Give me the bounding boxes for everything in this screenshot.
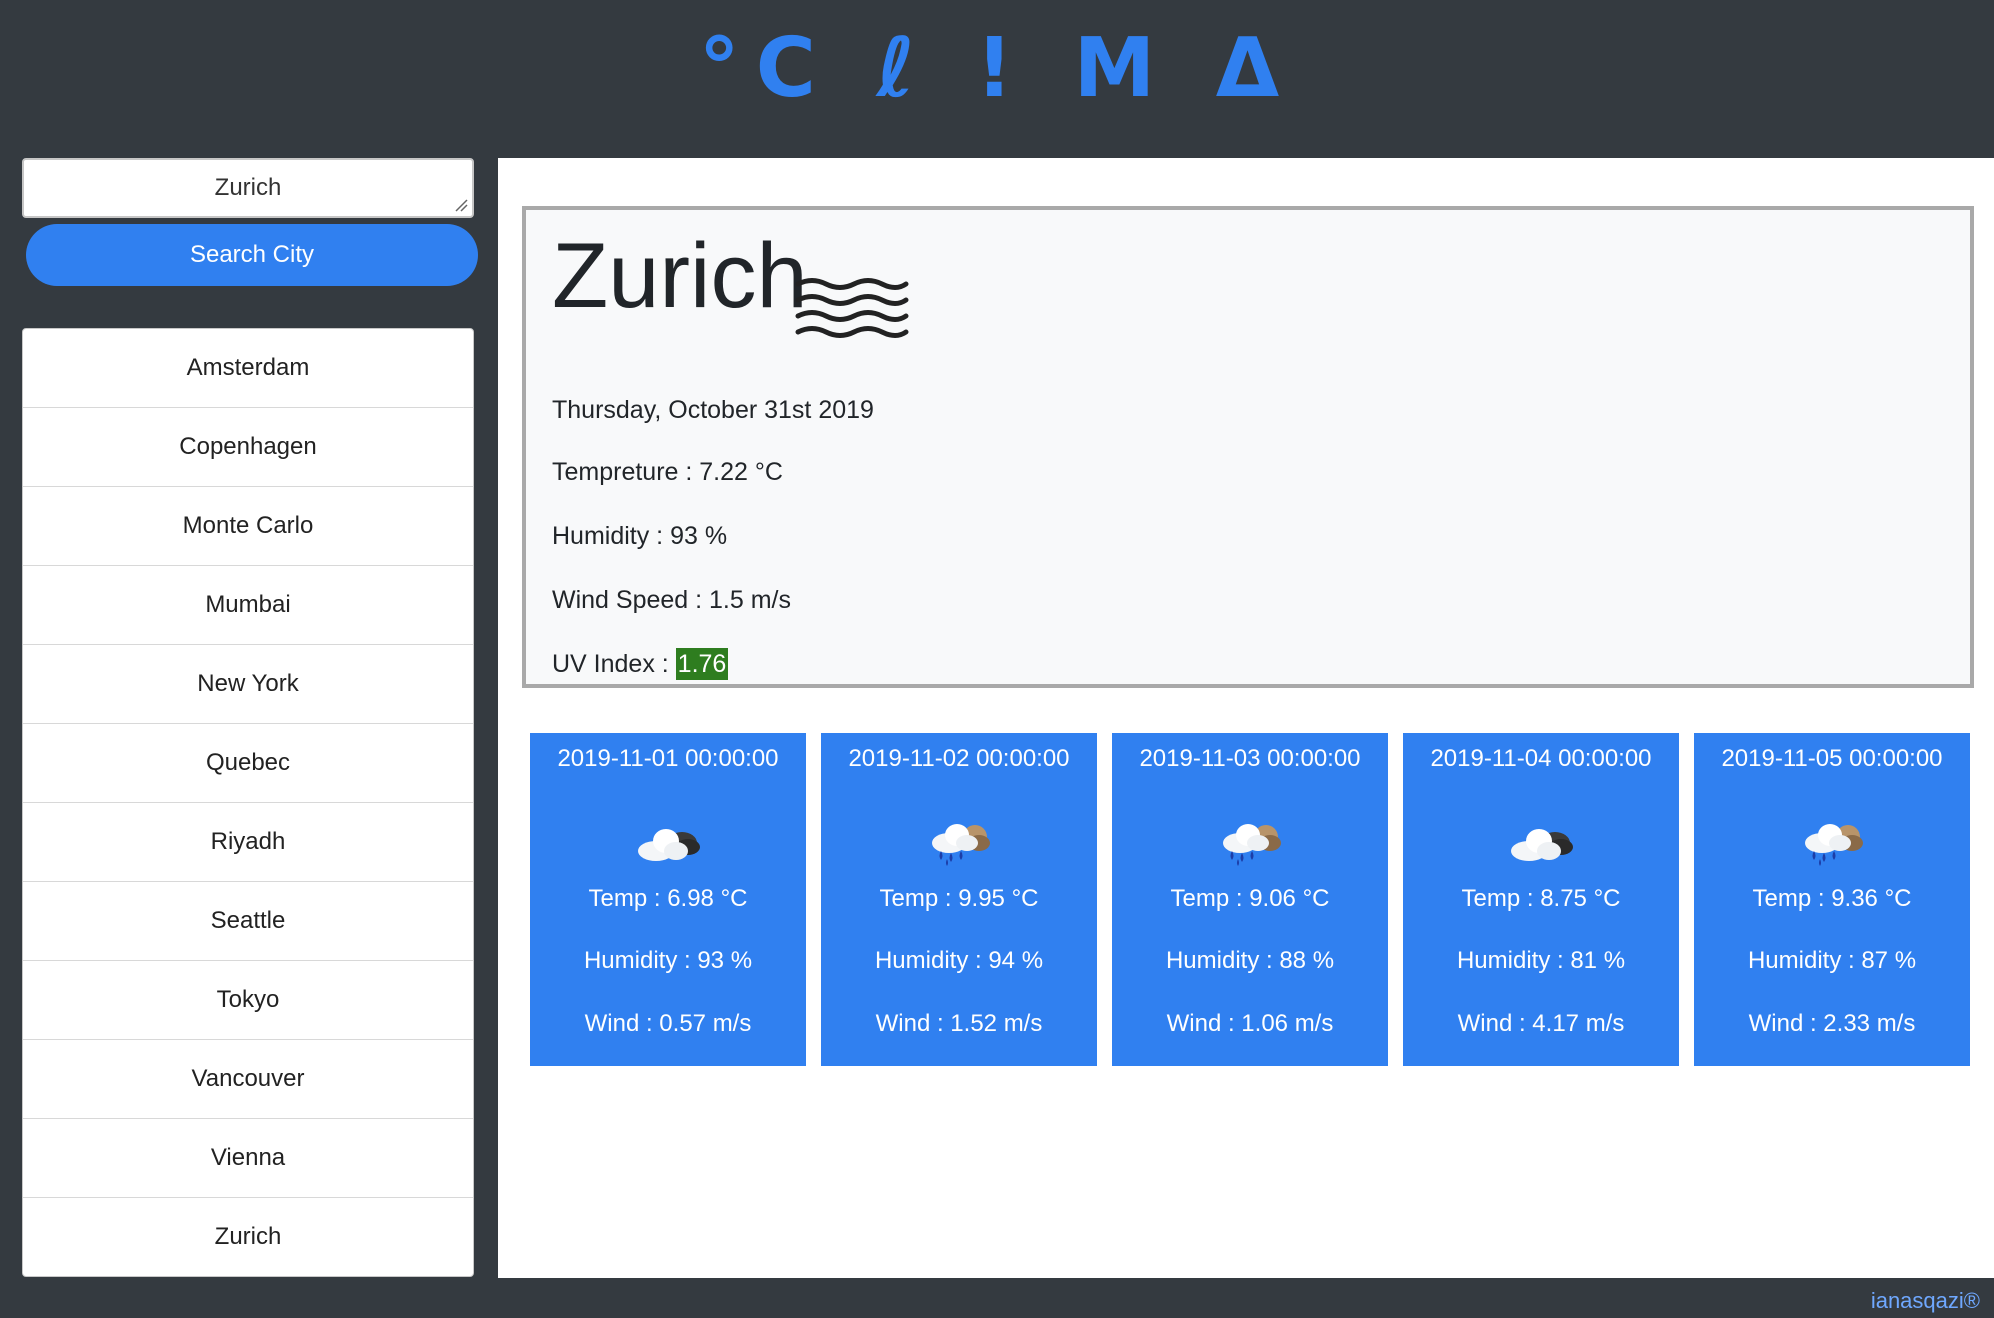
forecast-wind: Wind : 2.33 m/s	[1748, 1010, 1916, 1037]
current-humidity: Humidity : 93 %	[552, 522, 728, 550]
app-header: °C ℓ ! M Δ	[0, 0, 1994, 158]
forecast-wind: Wind : 0.57 m/s	[584, 1010, 752, 1037]
city-item-vancouver[interactable]: Vancouver	[23, 1040, 473, 1119]
rain-cloud-icon	[1214, 819, 1286, 867]
forecast-humidity: Humidity : 94 %	[874, 947, 1044, 974]
city-item-zurich[interactable]: Zurich	[23, 1198, 473, 1276]
search-city-button[interactable]: Search City	[26, 224, 478, 286]
forecast-date: 2019-11-01 00:00:00	[557, 745, 779, 772]
forecast-date: 2019-11-02 00:00:00	[848, 745, 1070, 772]
footer-credit: ianasqazi®	[1870, 1288, 1980, 1313]
forecast-temp: Temp : 9.06 °C	[1170, 885, 1330, 912]
forecast-humidity: Humidity : 88 %	[1165, 947, 1335, 974]
main-content: Zurich Thursday, October 31st 2019 Tempr…	[498, 158, 1994, 1278]
current-temperature: Tempreture : 7.22 °C	[552, 458, 783, 486]
forecast-card: 2019-11-05 00:00:00 Temp : 9.36 °C Humid…	[1694, 733, 1970, 1066]
current-city-title: Zurich	[552, 225, 808, 327]
uv-index-label: UV Index :	[552, 650, 676, 678]
forecast-wind: Wind : 1.52 m/s	[875, 1010, 1043, 1037]
cloud-icon	[1505, 819, 1577, 867]
city-item-copenhagen[interactable]: Copenhagen	[23, 408, 473, 487]
forecast-humidity: Humidity : 93 %	[583, 947, 753, 974]
forecast-wind: Wind : 4.17 m/s	[1457, 1010, 1625, 1037]
forecast-date: 2019-11-03 00:00:00	[1139, 745, 1361, 772]
city-item-monte-carlo[interactable]: Monte Carlo	[23, 487, 473, 566]
city-item-quebec[interactable]: Quebec	[23, 724, 473, 803]
forecast-card: 2019-11-02 00:00:00 Temp : 9.95 °C Humid…	[821, 733, 1097, 1066]
resize-grip-icon[interactable]	[454, 198, 468, 212]
forecast-humidity: Humidity : 81 %	[1456, 947, 1626, 974]
forecast-card: 2019-11-01 00:00:00 Temp : 6.98 °C Humid…	[530, 733, 806, 1066]
city-item-mumbai[interactable]: Mumbai	[23, 566, 473, 645]
current-uv-index: UV Index : 1.76	[552, 648, 729, 680]
mist-icon	[795, 278, 909, 338]
forecast-temp: Temp : 6.98 °C	[588, 885, 748, 912]
uv-index-value: 1.76	[675, 648, 729, 680]
city-item-seattle[interactable]: Seattle	[23, 882, 473, 961]
forecast-card: 2019-11-03 00:00:00 Temp : 9.06 °C Humid…	[1112, 733, 1388, 1066]
forecast-temp: Temp : 8.75 °C	[1461, 885, 1621, 912]
sidebar: Zurich Search City Amsterdam Copenhagen …	[22, 158, 478, 1293]
current-weather-panel: Zurich Thursday, October 31st 2019 Tempr…	[522, 206, 1974, 688]
rain-cloud-icon	[1796, 819, 1868, 867]
rain-cloud-icon	[923, 819, 995, 867]
city-item-tokyo[interactable]: Tokyo	[23, 961, 473, 1040]
city-item-new-york[interactable]: New York	[23, 645, 473, 724]
current-wind-speed: Wind Speed : 1.5 m/s	[552, 586, 792, 614]
forecast-date: 2019-11-04 00:00:00	[1430, 745, 1652, 772]
forecast-card: 2019-11-04 00:00:00 Temp : 8.75 °C Humid…	[1403, 733, 1679, 1066]
search-input[interactable]: Zurich	[22, 158, 474, 218]
forecast-temp: Temp : 9.36 °C	[1752, 885, 1912, 912]
city-item-vienna[interactable]: Vienna	[23, 1119, 473, 1198]
forecast-wind: Wind : 1.06 m/s	[1166, 1010, 1334, 1037]
city-history-list: Amsterdam Copenhagen Monte Carlo Mumbai …	[22, 328, 474, 1277]
current-date: Thursday, October 31st 2019	[552, 396, 874, 424]
forecast-humidity: Humidity : 87 %	[1747, 947, 1917, 974]
city-item-amsterdam[interactable]: Amsterdam	[23, 329, 473, 408]
search-input-value: Zurich	[214, 174, 282, 201]
forecast-temp: Temp : 9.95 °C	[879, 885, 1039, 912]
city-item-riyadh[interactable]: Riyadh	[23, 803, 473, 882]
cloud-icon	[632, 819, 704, 867]
forecast-date: 2019-11-05 00:00:00	[1721, 745, 1943, 772]
app-logo: °C ℓ ! M Δ	[698, 21, 1296, 116]
